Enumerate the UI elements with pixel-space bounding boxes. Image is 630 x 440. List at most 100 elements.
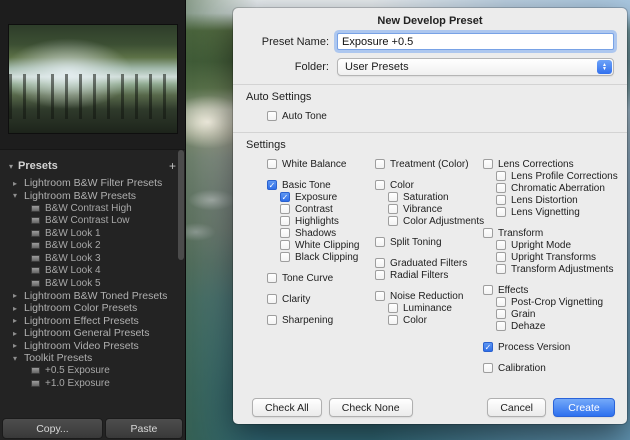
checkbox-unchecked-icon[interactable] xyxy=(267,273,277,283)
checkbox-split-toning[interactable]: Split Toning xyxy=(375,236,483,248)
checkbox-unchecked-icon[interactable] xyxy=(483,228,493,238)
checkbox-white-balance[interactable]: White Balance xyxy=(267,158,375,170)
checkbox-unchecked-icon[interactable] xyxy=(388,204,398,214)
checkbox-lens-corrections[interactable]: Lens Corrections xyxy=(483,158,627,170)
preset-folder-row[interactable]: ▾ Lightroom B&W Presets xyxy=(0,190,178,203)
folder-select[interactable]: User Presets ▲ ▼ xyxy=(337,58,614,76)
checkbox-noise-reduction[interactable]: Noise Reduction xyxy=(375,290,483,302)
checkbox-unchecked-icon[interactable] xyxy=(483,285,493,295)
checkbox-unchecked-icon[interactable] xyxy=(375,159,385,169)
checkbox-unchecked-icon[interactable] xyxy=(496,297,506,307)
preset-item-row[interactable]: +0.5 Exposure xyxy=(0,365,178,378)
checkbox-checked-icon[interactable]: ✓ xyxy=(267,180,277,190)
checkbox-treatment-color-[interactable]: Treatment (Color) xyxy=(375,158,483,170)
checkbox-unchecked-icon[interactable] xyxy=(267,159,277,169)
checkbox-lens-profile-corrections[interactable]: Lens Profile Corrections xyxy=(496,170,627,182)
disclosure-triangle-icon[interactable]: ▸ xyxy=(13,341,24,350)
preset-item-row[interactable]: +1.0 Exposure xyxy=(0,377,178,390)
preset-folder-row[interactable]: ▸ Lightroom Color Presets xyxy=(0,302,178,315)
checkbox-sharpening[interactable]: Sharpening xyxy=(267,314,375,326)
checkbox-transform-adjustments[interactable]: Transform Adjustments xyxy=(496,263,627,275)
checkbox-unchecked-icon[interactable] xyxy=(375,291,385,301)
preset-folder-row[interactable]: ▸ Lightroom B&W Filter Presets xyxy=(0,177,178,190)
checkbox-color[interactable]: Color xyxy=(375,179,483,191)
preset-folder-row[interactable]: ▸ Lightroom B&W Toned Presets xyxy=(0,290,178,303)
checkbox-shadows[interactable]: Shadows xyxy=(280,227,375,239)
checkbox-unchecked-icon[interactable] xyxy=(388,216,398,226)
checkbox-grain[interactable]: Grain xyxy=(496,308,627,320)
checkbox-unchecked-icon[interactable] xyxy=(267,315,277,325)
checkbox-color[interactable]: Color xyxy=(388,314,483,326)
checkbox-highlights[interactable]: Highlights xyxy=(280,215,375,227)
checkbox-unchecked-icon[interactable] xyxy=(483,159,493,169)
checkbox-unchecked-icon[interactable] xyxy=(496,183,506,193)
checkbox-black-clipping[interactable]: Black Clipping xyxy=(280,251,375,263)
scrollbar-thumb[interactable] xyxy=(178,150,184,260)
disclosure-triangle-icon[interactable]: ▸ xyxy=(13,304,24,313)
preset-folder-row[interactable]: ▸ Lightroom Effect Presets xyxy=(0,315,178,328)
checkbox-radial-filters[interactable]: Radial Filters xyxy=(375,269,483,281)
checkbox-graduated-filters[interactable]: Graduated Filters xyxy=(375,257,483,269)
checkbox-lens-distortion[interactable]: Lens Distortion xyxy=(496,194,627,206)
checkbox-white-clipping[interactable]: White Clipping xyxy=(280,239,375,251)
checkbox-transform[interactable]: Transform xyxy=(483,227,627,239)
checkbox-saturation[interactable]: Saturation xyxy=(388,191,483,203)
checkbox-unchecked-icon[interactable] xyxy=(496,264,506,274)
cancel-button[interactable]: Cancel xyxy=(487,398,546,417)
checkbox-process-version[interactable]: ✓ Process Version xyxy=(483,341,627,353)
disclosure-triangle-icon[interactable]: ▸ xyxy=(13,291,24,300)
checkbox-contrast[interactable]: Contrast xyxy=(280,203,375,215)
checkbox-auto-tone[interactable]: Auto Tone xyxy=(267,110,627,122)
checkbox-unchecked-icon[interactable] xyxy=(496,207,506,217)
checkbox-unchecked-icon[interactable] xyxy=(388,315,398,325)
navigator-preview-image[interactable] xyxy=(8,24,178,134)
preset-item-row[interactable]: B&W Contrast High xyxy=(0,202,178,215)
presets-panel-header[interactable]: ▾ Presets + xyxy=(0,158,185,174)
checkbox-color-adjustments[interactable]: Color Adjustments xyxy=(388,215,484,227)
checkbox-calibration[interactable]: Calibration xyxy=(483,362,627,374)
checkbox-unchecked-icon[interactable] xyxy=(388,303,398,313)
disclosure-triangle-icon[interactable]: ▸ xyxy=(13,316,24,325)
checkbox-vibrance[interactable]: Vibrance xyxy=(388,203,483,215)
checkbox-upright-mode[interactable]: Upright Mode xyxy=(496,239,627,251)
checkbox-unchecked-icon[interactable] xyxy=(280,216,290,226)
checkbox-unchecked-icon[interactable] xyxy=(483,363,493,373)
checkbox-unchecked-icon[interactable] xyxy=(375,237,385,247)
checkbox-unchecked-icon[interactable] xyxy=(267,111,277,121)
checkbox-unchecked-icon[interactable] xyxy=(280,240,290,250)
checkbox-unchecked-icon[interactable] xyxy=(496,309,506,319)
checkbox-lens-vignetting[interactable]: Lens Vignetting xyxy=(496,206,627,218)
preset-item-row[interactable]: B&W Look 5 xyxy=(0,277,178,290)
disclosure-triangle-icon[interactable]: ▾ xyxy=(13,354,24,363)
preset-item-row[interactable]: B&W Contrast Low xyxy=(0,215,178,228)
checkbox-unchecked-icon[interactable] xyxy=(496,171,506,181)
checkbox-unchecked-icon[interactable] xyxy=(375,258,385,268)
disclosure-triangle-icon[interactable]: ▾ xyxy=(13,191,24,200)
preset-folder-row[interactable]: ▸ Lightroom Video Presets xyxy=(0,340,178,353)
checkbox-unchecked-icon[interactable] xyxy=(388,192,398,202)
checkbox-tone-curve[interactable]: Tone Curve xyxy=(267,272,375,284)
checkbox-checked-icon[interactable]: ✓ xyxy=(483,342,493,352)
checkbox-checked-icon[interactable]: ✓ xyxy=(280,192,290,202)
disclosure-triangle-icon[interactable]: ▾ xyxy=(9,162,13,171)
checkbox-luminance[interactable]: Luminance xyxy=(388,302,483,314)
preset-folder-row[interactable]: ▸ Lightroom General Presets xyxy=(0,327,178,340)
preset-item-row[interactable]: B&W Look 1 xyxy=(0,227,178,240)
copy-button[interactable]: Copy... xyxy=(2,418,103,439)
checkbox-unchecked-icon[interactable] xyxy=(496,195,506,205)
create-button[interactable]: Create xyxy=(553,398,615,417)
checkbox-clarity[interactable]: Clarity xyxy=(267,293,375,305)
checkbox-chromatic-aberration[interactable]: Chromatic Aberration xyxy=(496,182,627,194)
check-none-button[interactable]: Check None xyxy=(328,398,413,417)
preset-item-row[interactable]: B&W Look 3 xyxy=(0,252,178,265)
checkbox-upright-transforms[interactable]: Upright Transforms xyxy=(496,251,627,263)
checkbox-unchecked-icon[interactable] xyxy=(375,270,385,280)
disclosure-triangle-icon[interactable]: ▸ xyxy=(13,329,24,338)
checkbox-dehaze[interactable]: Dehaze xyxy=(496,320,627,332)
checkbox-exposure[interactable]: ✓ Exposure xyxy=(280,191,375,203)
checkbox-unchecked-icon[interactable] xyxy=(267,294,277,304)
check-all-button[interactable]: Check All xyxy=(252,398,322,417)
checkbox-unchecked-icon[interactable] xyxy=(280,204,290,214)
checkbox-effects[interactable]: Effects xyxy=(483,284,627,296)
checkbox-post-crop-vignetting[interactable]: Post-Crop Vignetting xyxy=(496,296,627,308)
